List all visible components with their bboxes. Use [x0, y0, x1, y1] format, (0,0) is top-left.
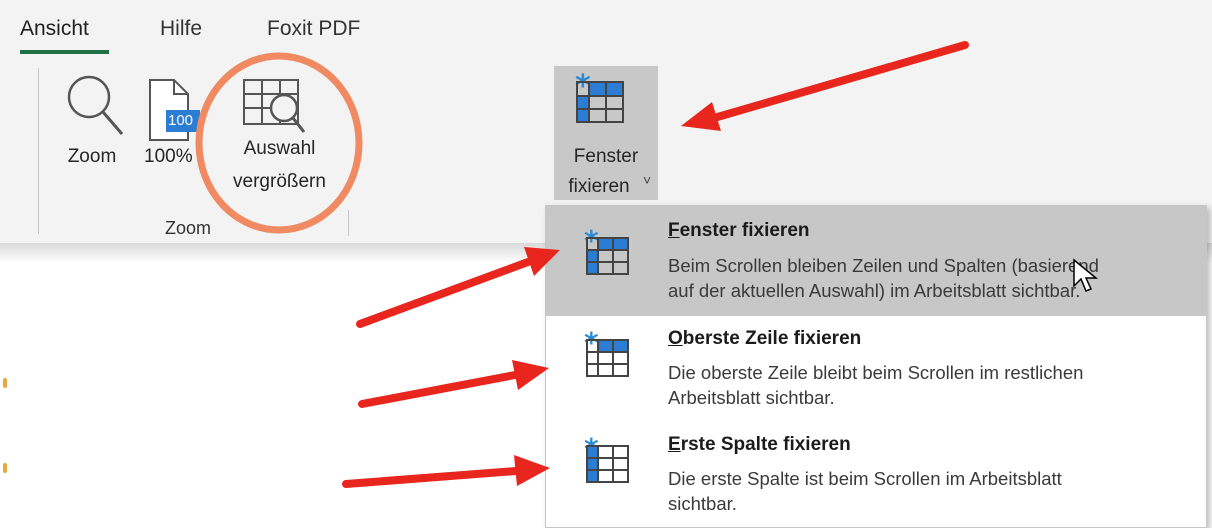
menu-item-fenster-fixieren[interactable]: * Fenster fixieren Beim Scrollen bleiben… [546, 206, 1206, 316]
tab-ansicht[interactable]: Ansicht [20, 17, 89, 41]
freeze-panes-icon: * [575, 70, 624, 123]
group-separator [348, 210, 349, 236]
title-text: enster fixieren [679, 220, 810, 241]
freeze-top-row-icon: * [584, 330, 629, 377]
zoom-to-selection-icon [243, 79, 306, 133]
hundred-percent-label: 100% [144, 146, 193, 167]
freeze-panes-icon: * [584, 228, 629, 275]
auswahl-label-line2: vergrößern [233, 171, 326, 192]
menu-item-description: Die erste Spalte ist beim Scrollen im Ar… [668, 466, 1198, 516]
title-text: berste Zeile fixieren [682, 328, 862, 349]
zoom-to-selection-button[interactable]: Auswahl vergrößern [222, 72, 342, 212]
mnemonic-letter: E [668, 434, 681, 455]
auswahl-label-line1: Auswahl [243, 138, 316, 159]
magnifier-icon [67, 75, 124, 135]
sheet-edge-mark [3, 378, 7, 388]
description-line: sichtbar. [668, 493, 737, 514]
page-100-icon [149, 79, 200, 141]
mnemonic-letter: O [668, 328, 683, 349]
freeze-first-column-icon: * [584, 436, 629, 483]
arrow-icon [342, 455, 550, 488]
description-line: Die oberste Zeile bleibt beim Scrollen i… [668, 362, 1084, 383]
zoom-group-label: Zoom [165, 218, 212, 238]
menu-item-title: Erste Spalte fixieren [668, 434, 851, 456]
mouse-cursor-icon [1073, 258, 1099, 292]
zoom-button[interactable]: Zoom [60, 72, 130, 182]
menu-item-oberste-zeile-fixieren[interactable]: * Oberste Zeile fixieren Die oberste Zei… [546, 316, 1206, 422]
mnemonic-letter: F [668, 220, 680, 241]
sheet-edge-mark [3, 463, 7, 473]
menu-item-description: Die oberste Zeile bleibt beim Scrollen i… [668, 360, 1198, 410]
freeze-panes-label-line2: fixieren [568, 176, 630, 197]
description-line: auf der aktuellen Auswahl) im Arbeitsbla… [668, 280, 1081, 301]
tab-hilfe[interactable]: Hilfe [160, 17, 202, 41]
freeze-panes-menu: * Fenster fixieren Beim Scrollen bleiben… [545, 205, 1207, 528]
group-separator [38, 68, 39, 234]
freeze-panes-label-line1: Fenster [573, 146, 639, 167]
tab-foxit-pdf[interactable]: Foxit PDF [267, 17, 360, 41]
menu-item-erste-spalte-fixieren[interactable]: * Erste Spalte fixieren Die erste Spalte… [546, 422, 1206, 527]
description-line: Die erste Spalte ist beim Scrollen im Ar… [668, 468, 1062, 489]
hundred-percent-button[interactable]: 100 100% [140, 72, 202, 182]
freeze-panes-button[interactable]: * Fenster fixieren ˅ [554, 66, 658, 200]
description-line: Arbeitsblatt sichtbar. [668, 387, 835, 408]
chevron-down-icon: ˅ [643, 172, 652, 188]
description-line: Beim Scrollen bleiben Zeilen und Spalten… [668, 255, 1099, 276]
zoom-label: Zoom [67, 146, 117, 167]
menu-item-title: Fenster fixieren [668, 220, 810, 242]
active-tab-indicator [20, 50, 109, 54]
menu-item-description: Beim Scrollen bleiben Zeilen und Spalten… [668, 253, 1198, 303]
title-text: rste Spalte fixieren [680, 434, 851, 455]
arrow-icon [358, 360, 549, 408]
menu-item-title: Oberste Zeile fixieren [668, 328, 861, 350]
page-badge-label: 100 [168, 112, 194, 129]
